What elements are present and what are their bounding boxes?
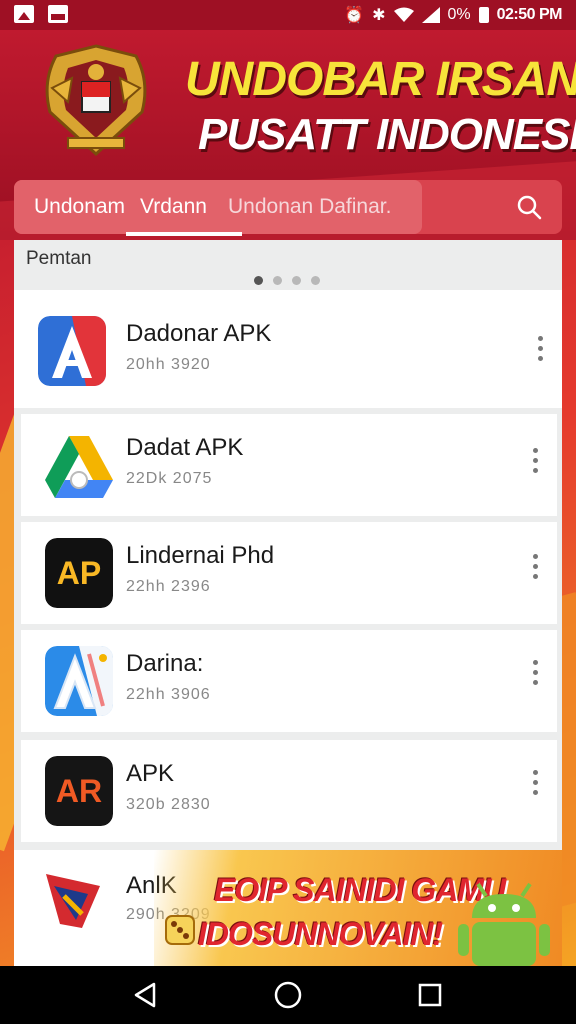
home-icon[interactable] — [271, 978, 305, 1012]
app-name: Dadat APK — [126, 434, 244, 461]
promo-line2: IDOSUNNOVAIN! — [198, 916, 443, 952]
carousel-indicator — [254, 276, 320, 285]
search-icon[interactable] — [516, 194, 542, 220]
more-options-icon[interactable] — [533, 660, 539, 686]
app-list-item[interactable]: AR APK 320b 2830 — [21, 740, 557, 842]
wifi-icon — [393, 7, 414, 22]
more-options-icon[interactable] — [533, 448, 539, 474]
app-meta: 22Dk 2075 — [126, 470, 213, 487]
notification-gallery-icon — [48, 5, 68, 23]
header-title-line2: PUSATT INDONESIA — [198, 110, 576, 159]
dice-icon — [165, 915, 195, 945]
svg-text:AP: AP — [57, 555, 101, 591]
more-options-icon[interactable] — [533, 770, 539, 796]
app-list-item[interactable]: AP Lindernai Phd 22hh 2396 — [21, 522, 557, 624]
section-label: Pemtan — [26, 248, 92, 269]
app-meta: 320b 2830 — [126, 796, 211, 813]
app-list-item[interactable]: Darina: 22hh 3906 — [21, 630, 557, 732]
android-robot-icon — [458, 882, 550, 966]
back-icon[interactable] — [128, 978, 162, 1012]
clock: 02:50 PM — [496, 6, 563, 23]
tab-undonan-dafinar[interactable]: Undonan Dafinar. — [228, 195, 391, 219]
ap-logo-icon: AP — [45, 538, 113, 608]
app-name: Lindernai Phd — [126, 542, 275, 569]
garuda-emblem-icon — [45, 44, 147, 157]
status-bar: ⏰ ✱ 0% 02:50 PM — [0, 0, 576, 30]
app-meta: 20hh 3920 — [126, 356, 211, 373]
tab-search-bar: Undonam Vrdann Undonan Dafinar. — [14, 180, 562, 236]
tab-undonam[interactable]: Undonam — [34, 195, 125, 219]
app-meta: 22hh 3906 — [126, 686, 211, 703]
notification-image-icon — [14, 5, 34, 23]
carousel-dot[interactable] — [292, 276, 301, 285]
app-list-item[interactable]: Dadat APK 22Dk 2075 — [21, 414, 557, 516]
bluetooth-icon: ✱ — [372, 7, 386, 24]
more-options-icon[interactable] — [533, 554, 539, 580]
drive-triangle-icon — [45, 436, 113, 498]
flag-arrow-icon — [38, 866, 106, 936]
tab-vrdann[interactable]: Vrdann — [140, 195, 207, 219]
battery-icon — [478, 7, 489, 23]
letter-a-red-blue-icon — [38, 316, 106, 386]
system-nav-bar — [0, 966, 576, 1024]
carousel-dot[interactable] — [273, 276, 282, 285]
app-meta: 22hh 2396 — [126, 578, 211, 595]
battery-percent: 0% — [447, 6, 471, 23]
app-name: Dadonar APK — [126, 320, 272, 347]
alarm-icon: ⏰ — [344, 7, 365, 24]
letter-a-blue-icon — [45, 646, 113, 716]
carousel-dot[interactable] — [311, 276, 320, 285]
carousel-dot-active[interactable] — [254, 276, 263, 285]
app-name: APK — [126, 760, 175, 787]
ar-logo-icon: AR — [45, 756, 113, 826]
promo-banner[interactable]: EOIP SAINIDI GAMU IDOSUNNOVAIN! — [154, 850, 562, 966]
svg-text:AR: AR — [56, 773, 102, 809]
more-options-icon[interactable] — [538, 336, 544, 362]
recents-icon[interactable] — [413, 978, 447, 1012]
header-title-line1: UNDOBAR IRSAN — [185, 53, 576, 106]
signal-icon — [421, 7, 440, 23]
app-name: Darina: — [126, 650, 204, 677]
active-tab-indicator — [126, 232, 242, 236]
app-list-item[interactable]: Dadonar APK 20hh 3920 — [14, 290, 562, 408]
